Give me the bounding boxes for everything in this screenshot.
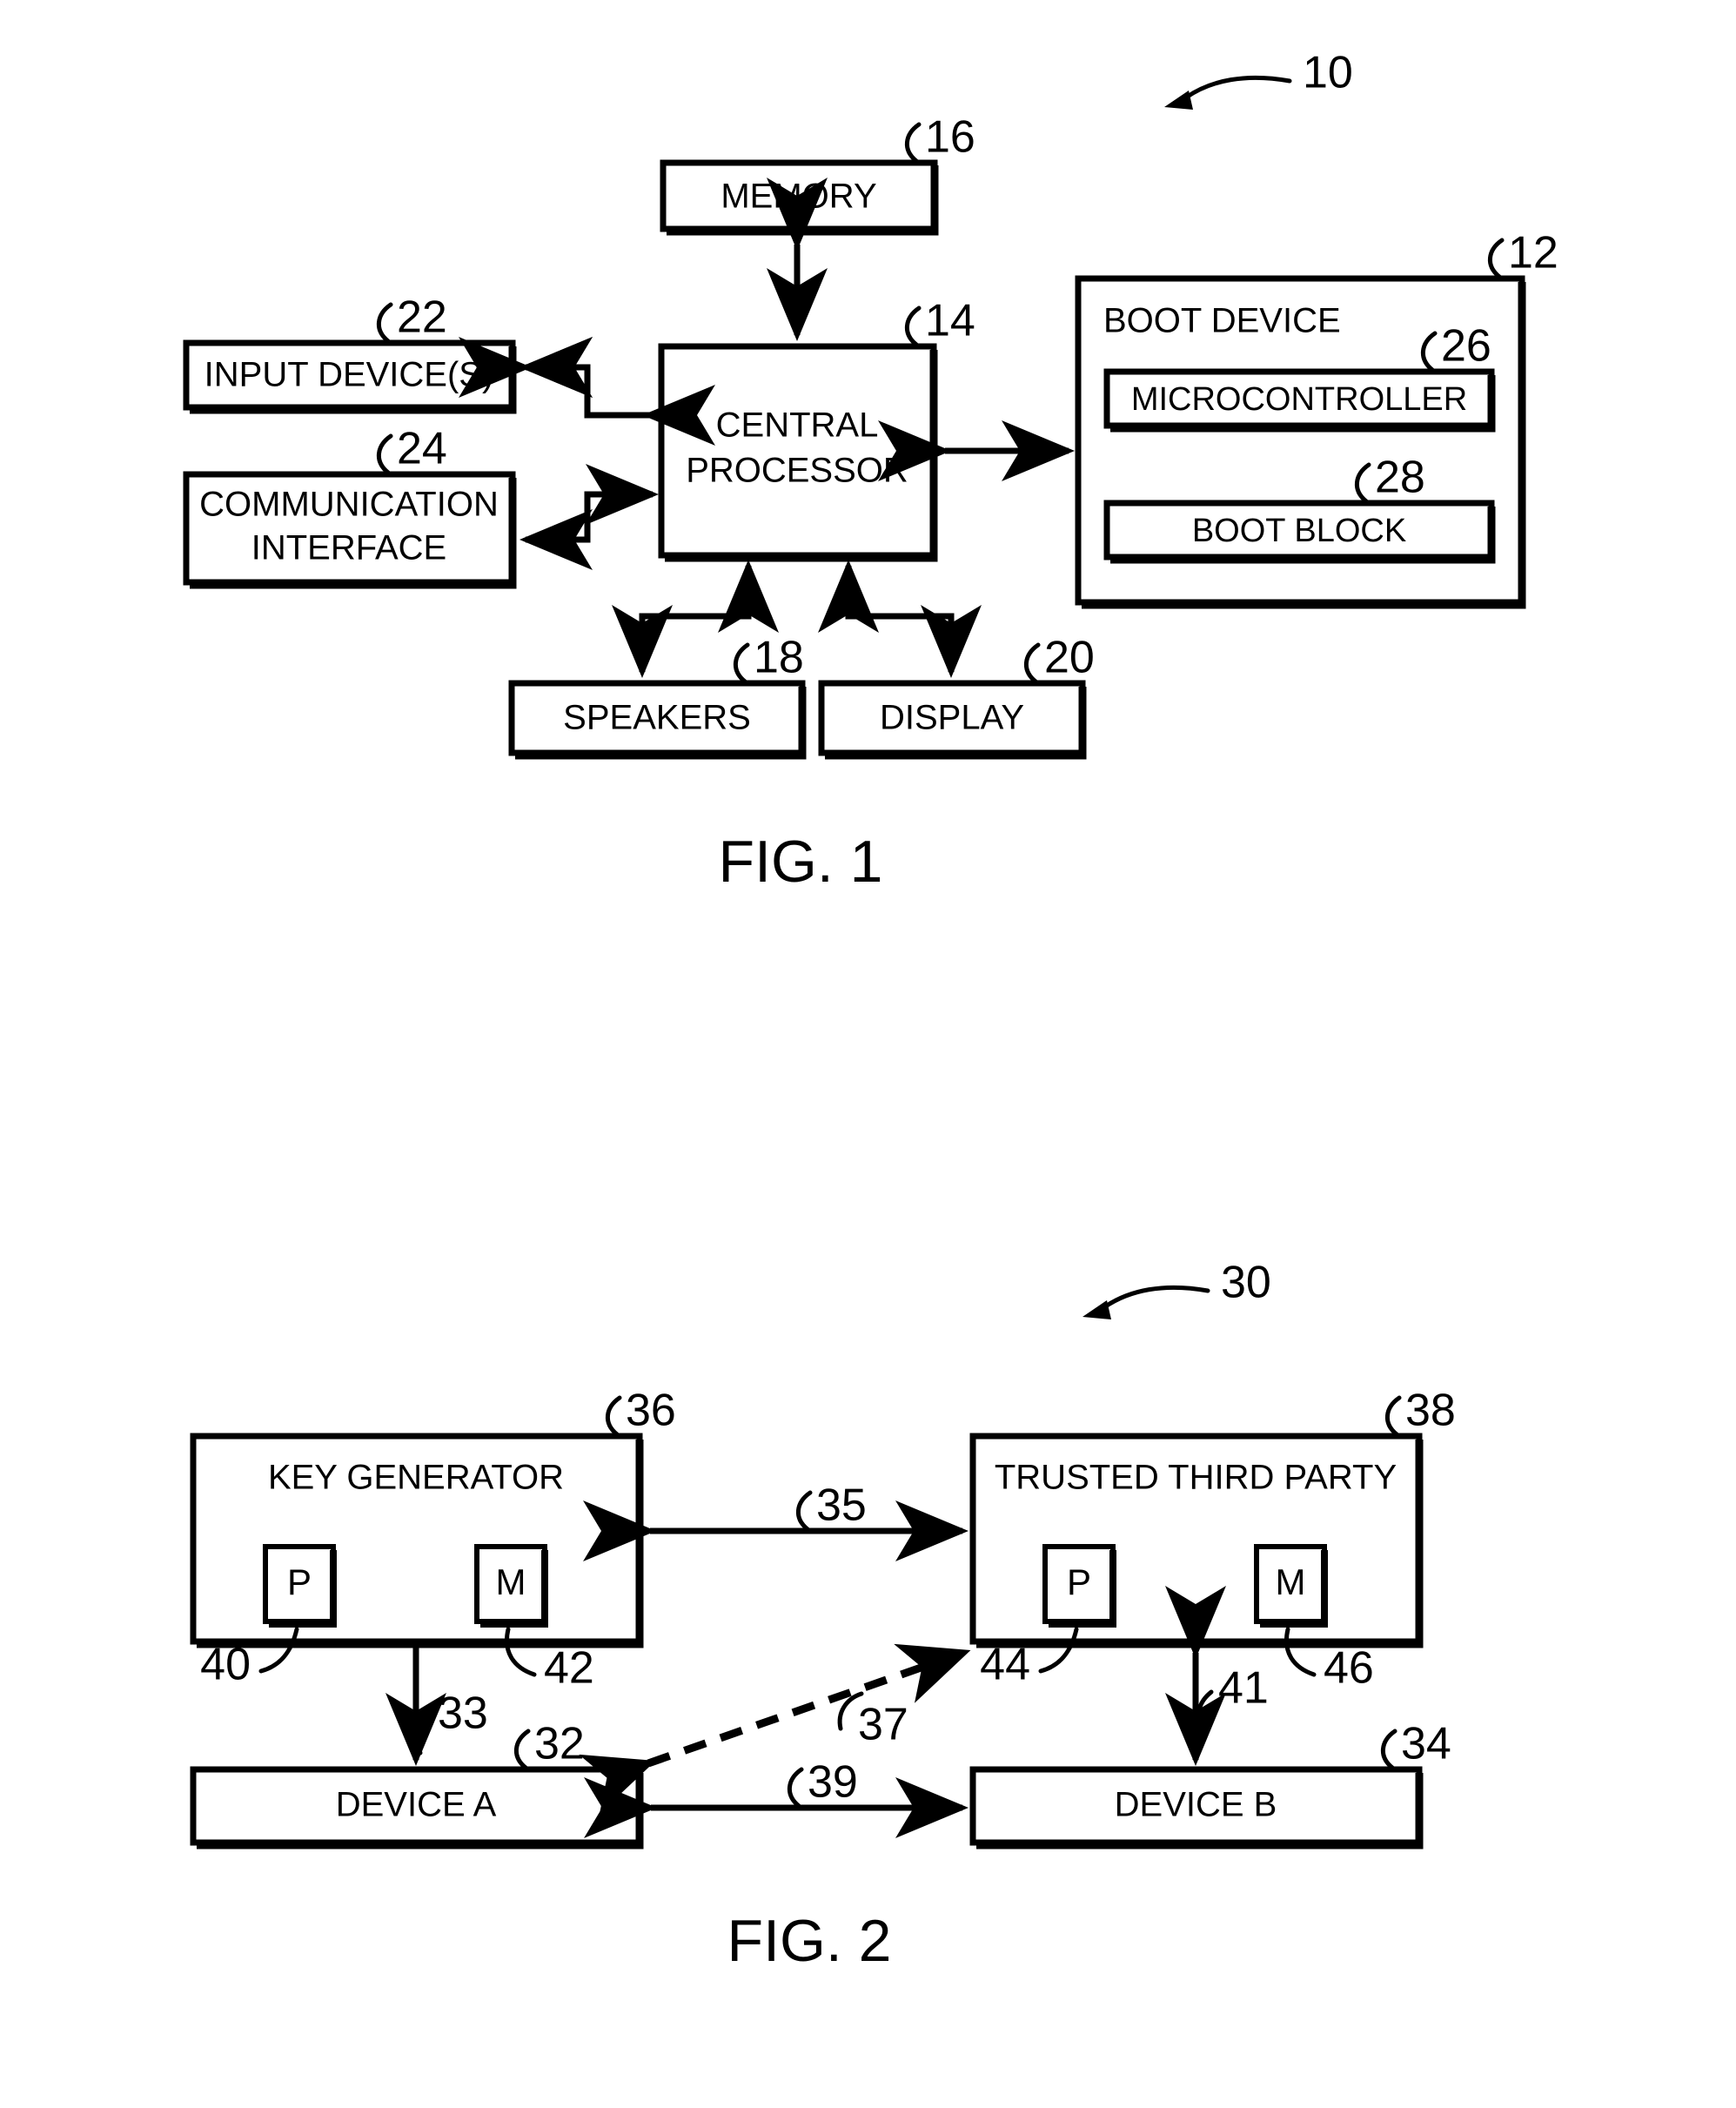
device-a-ref: 32 <box>534 1719 585 1769</box>
link-devicea-ttp-dashed <box>579 1643 971 1814</box>
speakers-ref: 18 <box>754 633 804 683</box>
patent-drawing-sheet: 10 MEMORY 16 CENTRAL PROCESSOR 14 BOOT D… <box>0 0 1736 2108</box>
input-devices-ref: 22 <box>397 292 447 343</box>
input-devices-label: INPUT DEVICE(S) <box>204 356 494 394</box>
device-b-ref-leader <box>1381 1729 1398 1770</box>
device-b-label: DEVICE B <box>1115 1786 1277 1824</box>
ttp-p-ref: 44 <box>980 1640 1030 1690</box>
memory-ref-leader <box>905 122 922 164</box>
trusted-third-party-ref-leader <box>1385 1395 1402 1437</box>
link-37-ref: 37 <box>858 1700 908 1750</box>
display-label: DISPLAY <box>880 699 1024 737</box>
fig1-ref-10-leader <box>1164 75 1292 110</box>
device-a-label: DEVICE A <box>336 1786 497 1824</box>
boot-block-ref: 28 <box>1375 453 1425 503</box>
memory-label: MEMORY <box>721 178 876 216</box>
microcontroller-block: MICROCONTROLLER <box>1103 368 1496 433</box>
trusted-third-party-label: TRUSTED THIRD PARTY <box>995 1459 1397 1497</box>
memory-ref: 16 <box>925 112 975 163</box>
figure-1: 10 MEMORY 16 CENTRAL PROCESSOR 14 BOOT D… <box>183 48 1558 895</box>
device-b-ref: 34 <box>1401 1719 1451 1769</box>
display-ref-leader <box>1024 642 1041 684</box>
cpu-ref-leader <box>905 305 922 347</box>
device-b-block: DEVICE B <box>969 1766 1424 1850</box>
key-generator-p-label: P <box>287 1561 312 1602</box>
link-cpu-inputdevices <box>459 337 715 446</box>
fig2-ref-30: 30 <box>1221 1258 1271 1308</box>
figure-1-caption: FIG. 1 <box>719 829 883 895</box>
key-generator-block: KEY GENERATOR <box>190 1433 644 1648</box>
speakers-block: SPEAKERS <box>508 680 807 760</box>
link-cpu-display <box>818 560 982 678</box>
boot-device-ref: 12 <box>1508 228 1558 279</box>
key-generator-ref-leader <box>606 1395 622 1437</box>
fig2-ref-30-leader <box>1082 1285 1210 1319</box>
memory-block: MEMORY <box>660 159 939 236</box>
link-cpu-speakers <box>612 560 779 678</box>
fig1-ref-10: 10 <box>1303 48 1353 98</box>
display-block: DISPLAY <box>818 680 1087 760</box>
key-generator-p-ref: 40 <box>200 1640 251 1690</box>
link-33-ref: 33 <box>438 1688 488 1739</box>
drawing-canvas: 10 MEMORY 16 CENTRAL PROCESSOR 14 BOOT D… <box>183 48 1558 1974</box>
cpu-ref: 14 <box>925 296 975 346</box>
communication-interface-block: COMMUNICATION INTERFACE <box>183 471 517 589</box>
central-processor-label-line2: PROCESSOR <box>686 452 908 490</box>
device-a-block: DEVICE A <box>190 1766 644 1850</box>
ttp-m-ref: 46 <box>1324 1643 1374 1694</box>
link-keygenerator-devicea <box>385 1648 446 1766</box>
ttp-p-block: P <box>1042 1544 1116 1628</box>
link-39-ref: 39 <box>808 1757 858 1808</box>
boot-device-label: BOOT DEVICE <box>1103 302 1341 340</box>
speakers-ref-leader <box>734 642 750 684</box>
boot-device-ref-leader <box>1488 238 1505 279</box>
key-generator-ref: 36 <box>626 1386 676 1436</box>
link-cpu-commif <box>519 464 659 570</box>
central-processor-block: CENTRAL PROCESSOR <box>658 343 938 562</box>
figure-2-caption: FIG. 2 <box>727 1908 892 1974</box>
microcontroller-ref: 26 <box>1441 321 1491 372</box>
key-generator-m-label: M <box>496 1561 526 1602</box>
link-devicea-deviceb <box>584 1767 969 1838</box>
figure-2: 30 KEY GENERATOR 36 P 40 M 42 TRUSTED TH… <box>190 1258 1456 1974</box>
microcontroller-label: MICROCONTROLLER <box>1131 381 1467 418</box>
boot-block-label: BOOT BLOCK <box>1192 513 1406 549</box>
link-35-ref: 35 <box>816 1480 867 1531</box>
communication-interface-label-line2: INTERFACE <box>251 529 446 567</box>
speakers-label: SPEAKERS <box>563 699 751 737</box>
input-devices-block: INPUT DEVICE(S) <box>183 339 517 414</box>
communication-interface-label-line1: COMMUNICATION <box>199 486 499 524</box>
link-41-ref: 41 <box>1218 1663 1269 1714</box>
ttp-m-label: M <box>1276 1561 1306 1602</box>
boot-block-block: BOOT BLOCK <box>1103 500 1496 564</box>
communication-interface-ref-leader <box>377 433 393 475</box>
input-devices-ref-leader <box>377 302 393 344</box>
trusted-third-party-ref: 38 <box>1405 1386 1456 1436</box>
trusted-third-party-block: TRUSTED THIRD PARTY <box>969 1433 1424 1648</box>
display-ref: 20 <box>1044 633 1095 683</box>
key-generator-m-block: M <box>474 1544 548 1628</box>
link-keygenerator-ttp <box>583 1490 969 1561</box>
link-ttp-deviceb <box>1165 1586 1226 1766</box>
ttp-m-block: M <box>1254 1544 1328 1628</box>
ttp-p-label: P <box>1067 1561 1091 1602</box>
central-processor-label-line1: CENTRAL <box>716 406 879 445</box>
communication-interface-ref: 24 <box>397 424 447 474</box>
key-generator-label: KEY GENERATOR <box>268 1459 564 1497</box>
device-a-ref-leader <box>514 1729 531 1770</box>
key-generator-p-block: P <box>263 1544 337 1628</box>
key-generator-m-ref: 42 <box>544 1643 594 1694</box>
